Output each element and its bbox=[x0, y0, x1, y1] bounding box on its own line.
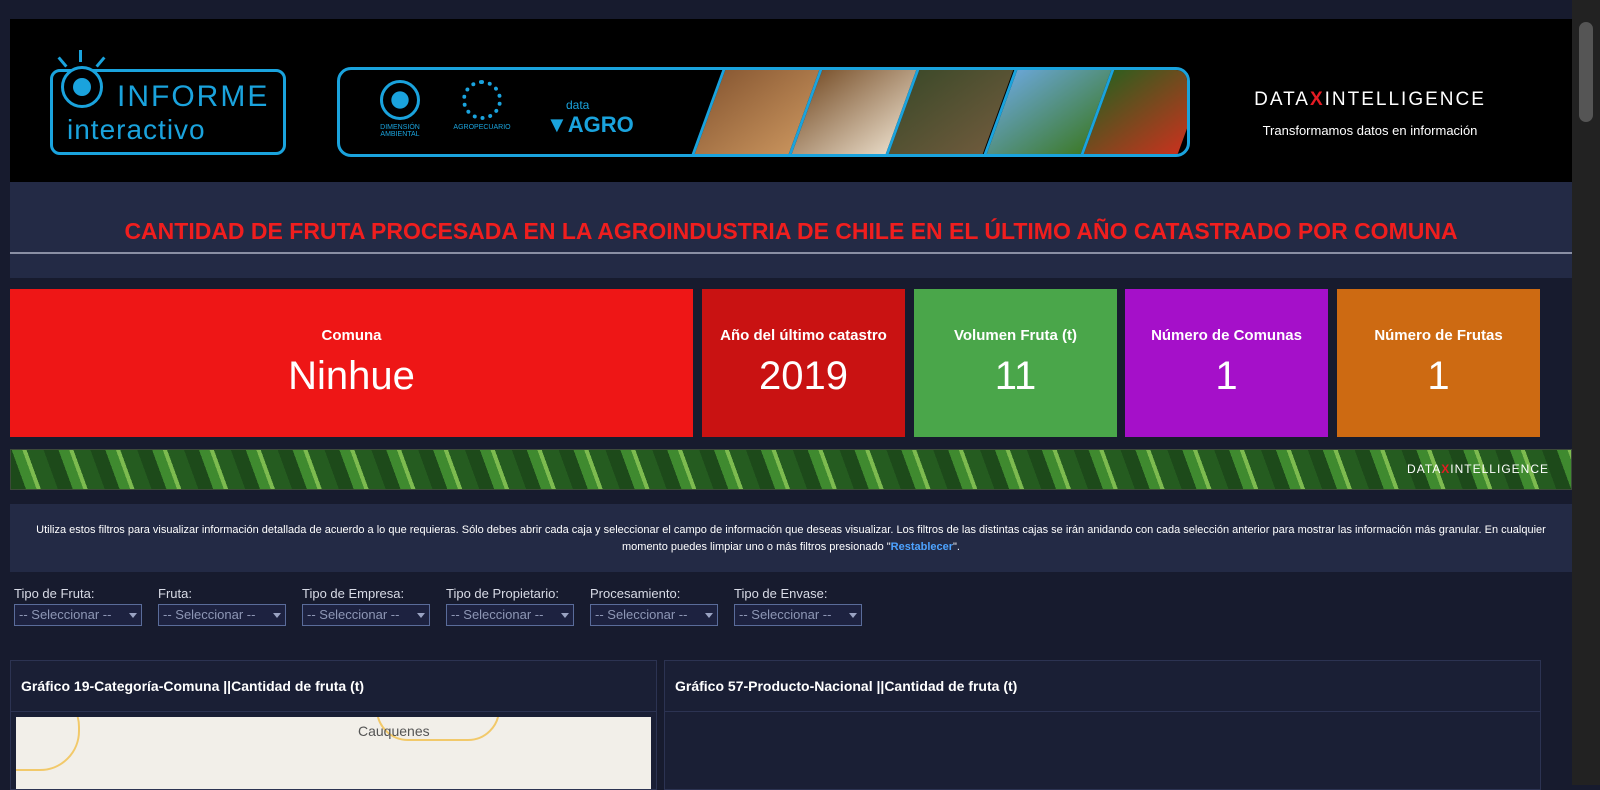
filter-procesamiento: Procesamiento: -- Seleccionar -- bbox=[590, 586, 718, 626]
tipo-empresa-select[interactable]: -- Seleccionar -- bbox=[302, 604, 430, 626]
ministry-banner: DIMENSIÓN AMBIENTAL AGROPECUARIO data ▼A… bbox=[337, 67, 1190, 157]
dataagro-logo: data ▼AGRO bbox=[546, 98, 634, 137]
kpi-row: Comuna Ninhue Año del último catastro 20… bbox=[10, 289, 1572, 437]
dropdown-arrow-icon bbox=[129, 613, 137, 618]
dropdown-arrow-icon bbox=[417, 613, 425, 618]
filter-instructions: Utiliza estos filtros para visualizar in… bbox=[10, 504, 1572, 572]
ministry-ambiental: DIMENSIÓN AMBIENTAL bbox=[360, 80, 440, 138]
map[interactable]: Cauquenes bbox=[16, 717, 651, 789]
tagline: Transformamos datos en información bbox=[1262, 123, 1478, 138]
leaf-banner-logo: DATAXINTELLIGENCE bbox=[1407, 462, 1549, 476]
logo-line1: INFORME bbox=[117, 80, 270, 113]
kpi-card-num-comunas: Número de Comunas 1 bbox=[1125, 289, 1328, 437]
fruta-select[interactable]: -- Seleccionar -- bbox=[158, 604, 286, 626]
triangle-icon: ▼ bbox=[546, 112, 568, 137]
page: INFORME interactivo DIMENSIÓN AMBIENTAL … bbox=[10, 19, 1572, 790]
chart-panel-comuna: Gráfico 19-Categoría-Comuna ||Cantidad d… bbox=[10, 660, 657, 790]
kpi-card-num-frutas: Número de Frutas 1 bbox=[1337, 289, 1540, 437]
leaf-banner: DATAXINTELLIGENCE bbox=[10, 449, 1572, 490]
kpi-card-comuna: Comuna Ninhue bbox=[10, 289, 693, 437]
filter-tipo-fruta: Tipo de Fruta: -- Seleccionar -- bbox=[14, 586, 142, 626]
farm-photo-strip bbox=[690, 70, 1187, 154]
tipo-fruta-select[interactable]: -- Seleccionar -- bbox=[14, 604, 142, 626]
dropdown-arrow-icon bbox=[561, 613, 569, 618]
lightbulb-icon bbox=[61, 66, 103, 108]
ministry-agropecuario: AGROPECUARIO bbox=[442, 80, 522, 131]
scrollbar-thumb[interactable] bbox=[1579, 22, 1593, 122]
data-intelligence-logo: DATAXINTELLIGENCE Transformamos datos en… bbox=[1240, 89, 1500, 138]
filter-tipo-empresa: Tipo de Empresa: -- Seleccionar -- bbox=[302, 586, 430, 626]
filter-tipo-propietario: Tipo de Propietario: -- Seleccionar -- bbox=[446, 586, 574, 626]
tipo-propietario-select[interactable]: -- Seleccionar -- bbox=[446, 604, 574, 626]
procesamiento-select[interactable]: -- Seleccionar -- bbox=[590, 604, 718, 626]
logo-line2: interactivo bbox=[67, 114, 206, 145]
filter-fruta: Fruta: -- Seleccionar -- bbox=[158, 586, 286, 626]
map-road bbox=[16, 717, 80, 771]
page-title: CANTIDAD DE FRUTA PROCESADA EN LA AGROIN… bbox=[124, 218, 1458, 244]
dropdown-arrow-icon bbox=[705, 613, 713, 618]
panel-title: Gráfico 57-Producto-Nacional ||Cantidad … bbox=[665, 661, 1540, 712]
title-divider bbox=[10, 252, 1572, 254]
panel-title: Gráfico 19-Categoría-Comuna ||Cantidad d… bbox=[11, 661, 656, 712]
map-city-label: Cauquenes bbox=[358, 723, 430, 739]
header: INFORME interactivo DIMENSIÓN AMBIENTAL … bbox=[10, 19, 1572, 182]
informe-interactivo-logo: INFORME interactivo bbox=[50, 50, 286, 155]
page-scrollbar[interactable] bbox=[1572, 0, 1600, 785]
restablecer-link[interactable]: Restablecer bbox=[891, 541, 953, 553]
tipo-envase-select[interactable]: -- Seleccionar -- bbox=[734, 604, 862, 626]
kpi-card-anio: Año del último catastro 2019 bbox=[702, 289, 905, 437]
filter-tipo-envase: Tipo de Envase: -- Seleccionar -- bbox=[734, 586, 862, 626]
dropdown-arrow-icon bbox=[273, 613, 281, 618]
filter-bar: Tipo de Fruta: -- Seleccionar -- Fruta: … bbox=[14, 586, 878, 626]
chart-panel-producto: Gráfico 57-Producto-Nacional ||Cantidad … bbox=[664, 660, 1541, 790]
gear-icon bbox=[462, 80, 502, 120]
kpi-card-volumen: Volumen Fruta (t) 11 bbox=[914, 289, 1117, 437]
sun-seal-icon bbox=[380, 80, 420, 120]
dropdown-arrow-icon bbox=[849, 613, 857, 618]
title-bar: CANTIDAD DE FRUTA PROCESADA EN LA AGROIN… bbox=[10, 182, 1572, 278]
